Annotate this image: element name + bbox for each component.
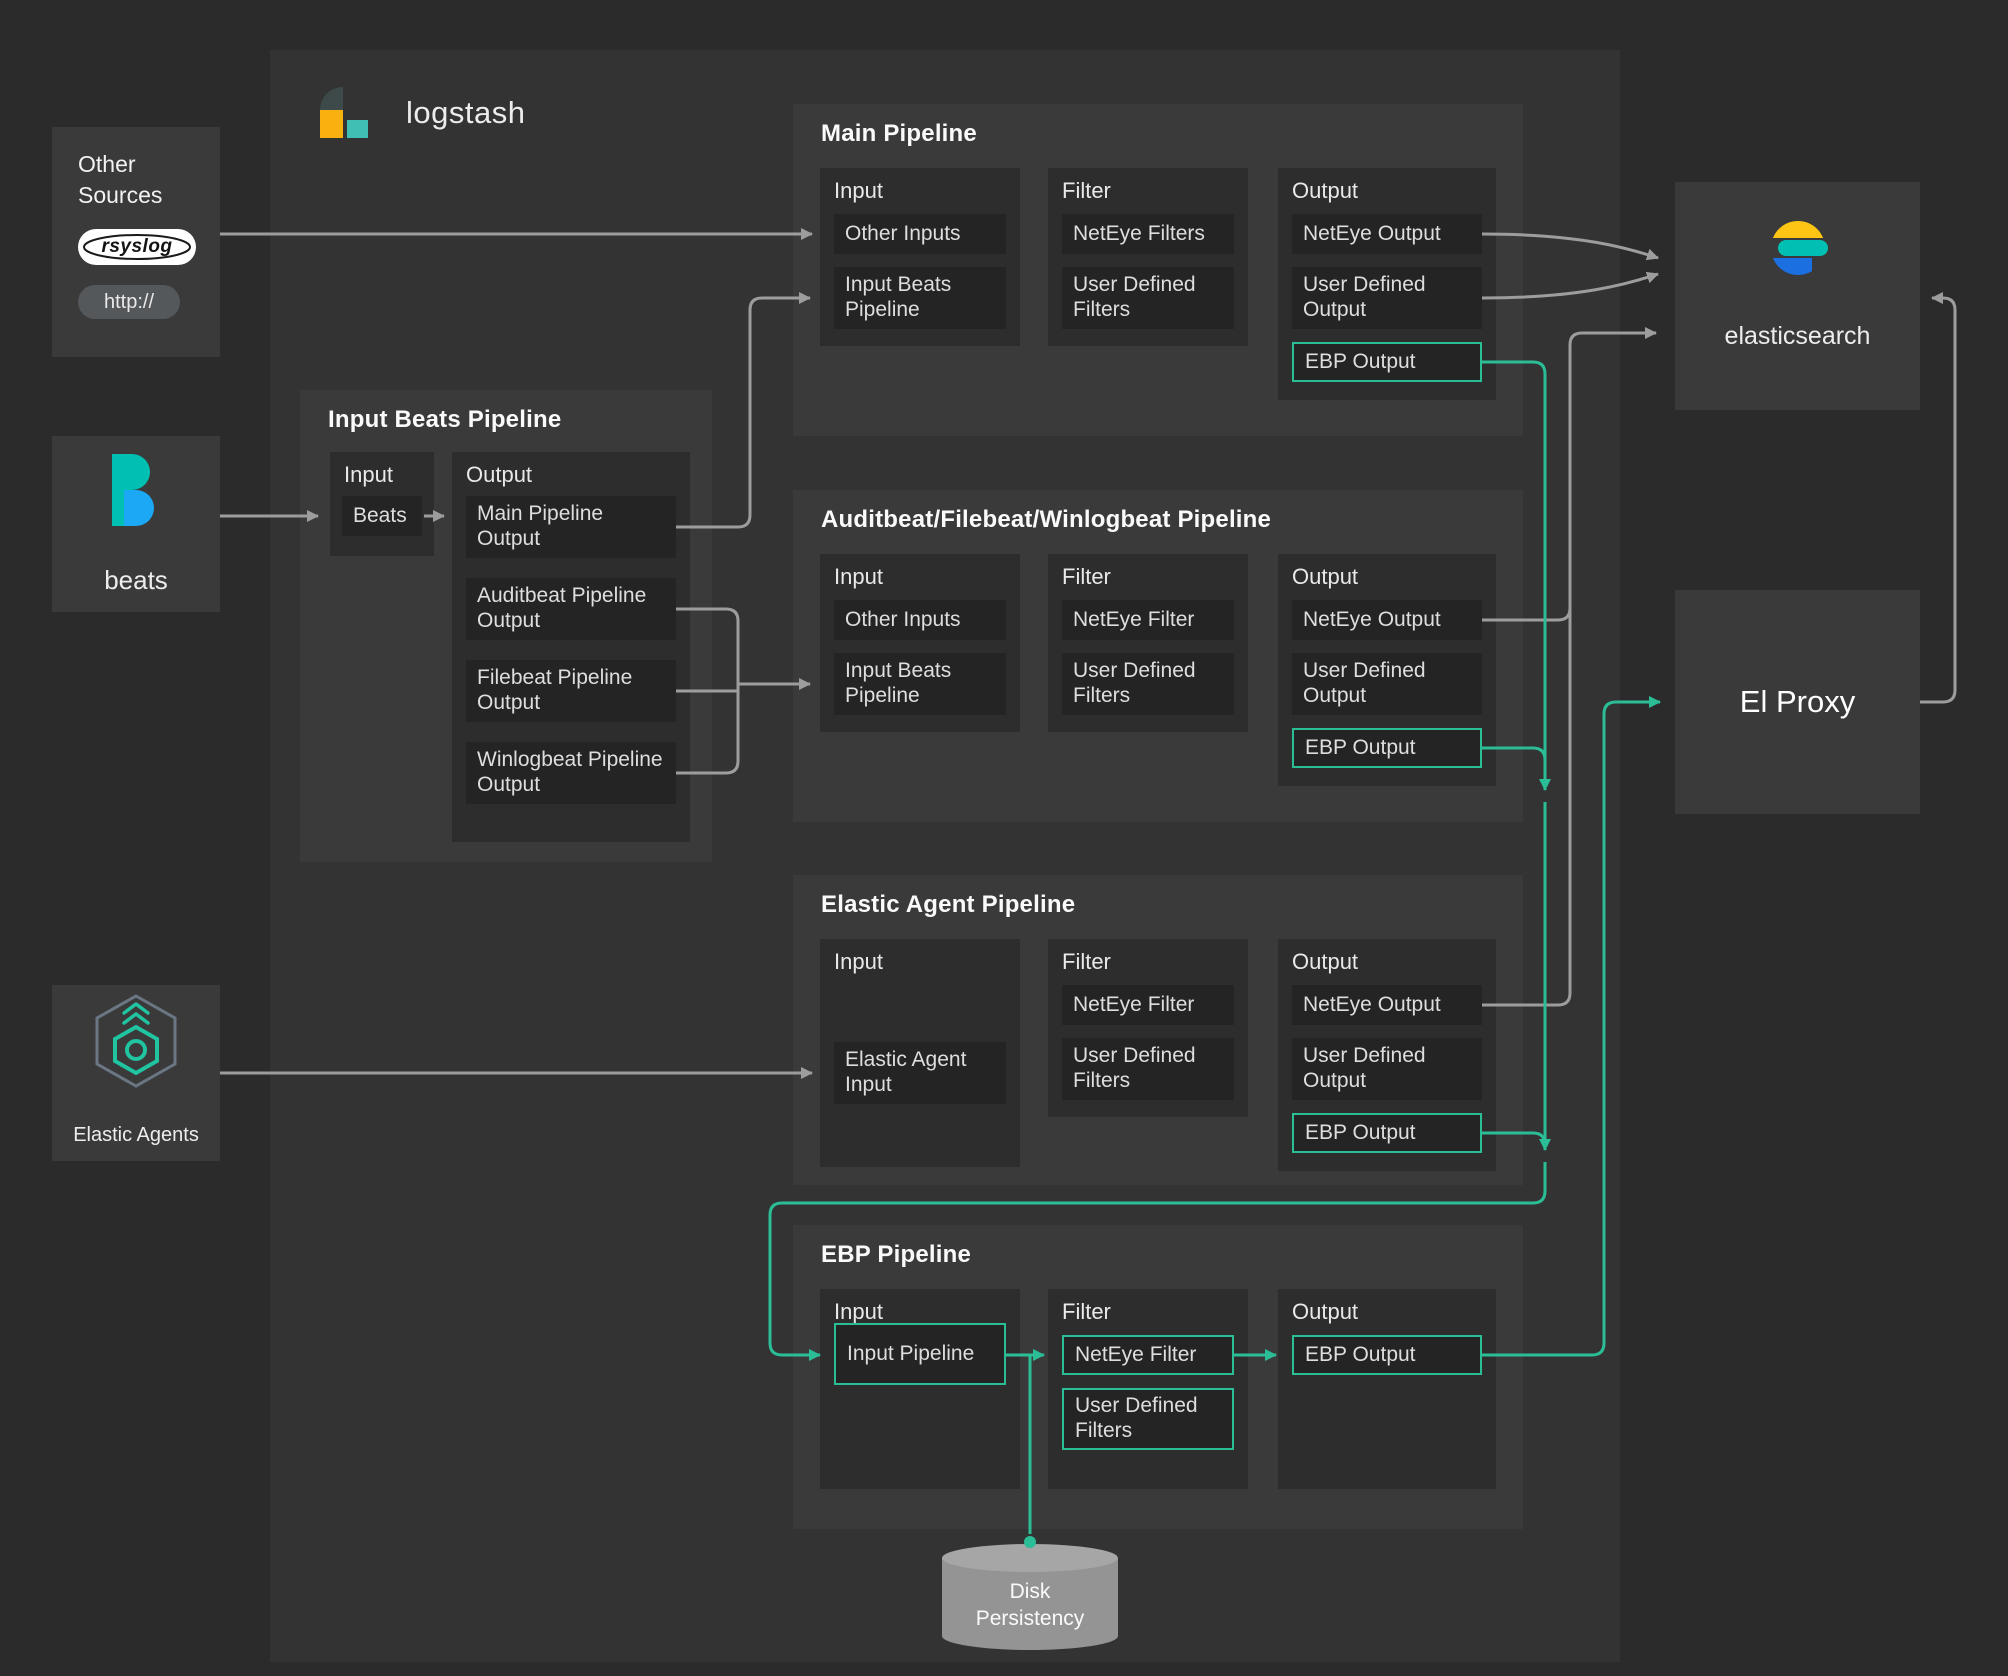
beats-box: beats [52,436,220,612]
node-neteye-output: NetEye Output [1292,214,1482,254]
ebp-filter-column: Filter NetEye Filter User Defined Filter… [1048,1289,1248,1489]
elasticsearch-label: elasticsearch [1724,322,1871,350]
elastic-agent-icon [95,994,177,1088]
node-user-defined-output: User Defined Output [1292,267,1482,329]
node-main-pipeline-output: Main Pipeline Output [466,496,676,558]
column-title: Output [1292,949,1359,974]
main-output-column: Output NetEye Output User Defined Output… [1278,168,1496,400]
column-title: Input [834,178,883,203]
node-user-defined-filters: User Defined Filters [1062,1038,1234,1100]
column-title: Input [344,462,393,487]
column-title: Output [1292,564,1359,589]
node-input-pipeline: Input Pipeline [834,1323,1006,1385]
pipeline-title: Input Beats Pipeline [328,406,562,433]
pipeline-title: EBP Pipeline [821,1241,972,1268]
auditbeat-pipeline-panel: Auditbeat/Filebeat/Winlogbeat Pipeline I… [793,490,1523,822]
column-title: Output [1292,178,1359,203]
elasticsearch-logo-icon [1770,221,1828,275]
other-sources-box: Other Sources rsyslog http:// [52,127,220,357]
auditbeat-filter-column: Filter NetEye Filter User Defined Filter… [1048,554,1248,732]
node-neteye-filter: NetEye Filter [1062,985,1234,1025]
node-other-inputs: Other Inputs [834,214,1006,254]
http-badge: http:// [78,285,180,319]
column-title: Input [834,949,883,974]
ebp-pipeline-panel: EBP Pipeline Input Input Pipeline Filter… [793,1225,1523,1529]
logstash-logo-icon [320,87,368,138]
column-title: Output [1292,1299,1359,1324]
agent-filter-column: Filter NetEye Filter User Defined Filter… [1048,939,1248,1117]
el-proxy-label: El Proxy [1739,684,1856,719]
diagram-canvas: logstash Other Sources rsyslog http:// b… [0,0,2008,1676]
disk-persistency-label: Disk Persistency [975,1580,1085,1631]
node-user-defined-output: User Defined Output [1292,1038,1482,1100]
column-title: Filter [1062,1299,1111,1324]
node-ebp-output: EBP Output [1292,728,1482,768]
elastic-agents-box: Elastic Agents [52,985,220,1161]
pipeline-title: Main Pipeline [821,120,977,147]
node-other-inputs: Other Inputs [834,600,1006,640]
auditbeat-output-column: Output NetEye Output User Defined Output… [1278,554,1496,786]
ebp-input-column: Input Input Pipeline [820,1289,1020,1489]
el-proxy-box: El Proxy [1675,590,1920,814]
pipeline-title: Elastic Agent Pipeline [821,891,1076,918]
column-title: Filter [1062,949,1111,974]
ibp-output-column: Output Main Pipeline Output Auditbeat Pi… [452,452,690,842]
node-neteye-filter: NetEye Filter [1062,1335,1234,1375]
elastic-agents-label: Elastic Agents [73,1124,199,1146]
auditbeat-input-column: Input Other Inputs Input Beats Pipeline [820,554,1020,732]
node-user-defined-output: User Defined Output [1292,653,1482,715]
node-ebp-output: EBP Output [1292,1335,1482,1375]
node-winlogbeat-pipeline-output: Winlogbeat Pipeline Output [466,742,676,804]
logstash-header: logstash [312,82,525,144]
node-user-defined-filters: User Defined Filters [1062,267,1234,329]
node-filebeat-pipeline-output: Filebeat Pipeline Output [466,660,676,722]
node-neteye-filter: NetEye Filter [1062,600,1234,640]
node-neteye-output: NetEye Output [1292,600,1482,640]
column-title: Filter [1062,178,1111,203]
node-input-beats-pipeline: Input Beats Pipeline [834,653,1006,715]
node-neteye-output: NetEye Output [1292,985,1482,1025]
node-neteye-filters: NetEye Filters [1062,214,1234,254]
rsyslog-label: rsyslog [101,236,173,257]
node-user-defined-filters: User Defined Filters [1062,1388,1234,1450]
main-input-column: Input Other Inputs Input Beats Pipeline [820,168,1020,346]
node-elastic-agent-input: Elastic Agent Input [834,1042,1006,1104]
column-title: Filter [1062,564,1111,589]
agent-input-column: Input Elastic Agent Input [820,939,1020,1167]
node-input-beats-pipeline: Input Beats Pipeline [834,267,1006,329]
node-auditbeat-pipeline-output: Auditbeat Pipeline Output [466,578,676,640]
elasticsearch-box: elasticsearch [1675,182,1920,410]
ebp-output-column: Output EBP Output [1278,1289,1496,1489]
column-title: Input [834,564,883,589]
agent-output-column: Output NetEye Output User Defined Output… [1278,939,1496,1171]
input-beats-pipeline-panel: Input Beats Pipeline Input Beats Output … [300,390,712,862]
http-label: http:// [103,290,155,313]
main-filter-column: Filter NetEye Filters User Defined Filte… [1048,168,1248,346]
elastic-agent-pipeline-panel: Elastic Agent Pipeline Input Elastic Age… [793,875,1523,1185]
column-title: Input [834,1299,883,1324]
node-ebp-output: EBP Output [1292,342,1482,382]
beats-logo-icon [112,454,154,526]
main-pipeline-panel: Main Pipeline Input Other Inputs Input B… [793,104,1523,436]
beats-label: beats [104,565,168,595]
rsyslog-logo: rsyslog [78,229,196,265]
node-ebp-output: EBP Output [1292,1113,1482,1153]
ibp-input-column: Input Beats [330,452,434,556]
node-user-defined-filters: User Defined Filters [1062,653,1234,715]
logstash-wordmark: logstash [406,95,526,130]
other-sources-title: Other Sources [78,151,163,209]
node-beats: Beats [342,496,422,536]
pipeline-title: Auditbeat/Filebeat/Winlogbeat Pipeline [821,506,1272,533]
column-title: Output [466,462,533,487]
edge-elproxy-to-es [1920,292,1957,704]
